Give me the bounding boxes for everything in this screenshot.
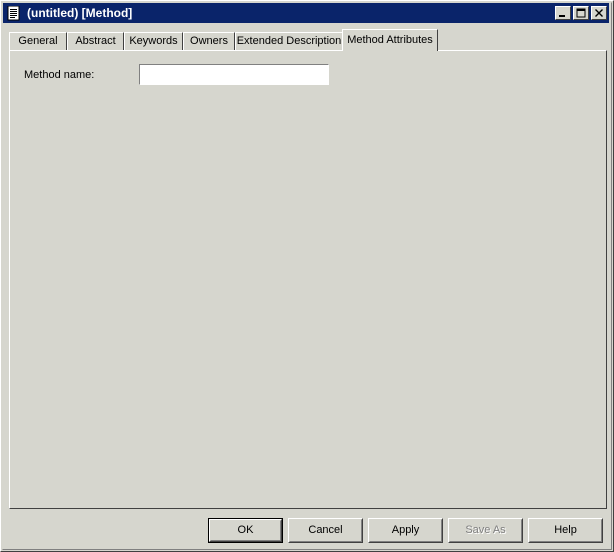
tab-keywords[interactable]: Keywords <box>124 32 183 51</box>
tab-extended-description[interactable]: Extended Description <box>235 32 343 51</box>
tab-abstract[interactable]: Abstract <box>67 32 124 51</box>
window-title: (untitled) [Method] <box>27 6 555 20</box>
cancel-button[interactable]: Cancel <box>288 518 363 543</box>
cancel-button-label: Cancel <box>289 519 362 542</box>
method-name-input[interactable] <box>139 64 329 85</box>
minimize-button[interactable] <box>555 6 571 20</box>
apply-button[interactable]: Apply <box>368 518 443 543</box>
tab-owners[interactable]: Owners <box>183 32 235 51</box>
close-icon <box>592 7 606 19</box>
maximize-icon <box>574 7 588 19</box>
tab-label: Keywords <box>129 35 177 47</box>
title-bar[interactable]: (untitled) [Method] <box>3 3 609 23</box>
ok-button-label: OK <box>210 520 281 541</box>
tab-method-attributes[interactable]: Method Attributes <box>342 29 438 51</box>
dialog-button-bar: OK Cancel Apply Save As Help <box>1 513 613 551</box>
tab-content-panel: Method name: <box>9 50 607 509</box>
help-button-label: Help <box>529 519 602 542</box>
tab-strip: General Abstract Keywords Owners Extende… <box>9 29 607 51</box>
window-controls <box>555 6 607 20</box>
method-name-label: Method name: <box>24 69 139 81</box>
maximize-button[interactable] <box>573 6 589 20</box>
minimize-icon <box>556 7 570 19</box>
method-properties-window: (untitled) [Method] General <box>0 0 614 552</box>
help-button[interactable]: Help <box>528 518 603 543</box>
save-as-button-label: Save As <box>449 519 522 542</box>
tab-label: Method Attributes <box>347 34 433 46</box>
method-name-row: Method name: <box>24 64 329 85</box>
ok-button[interactable]: OK <box>208 518 283 543</box>
apply-button-label: Apply <box>369 519 442 542</box>
tab-label: Abstract <box>75 35 115 47</box>
tab-label: General <box>18 35 57 47</box>
tab-general[interactable]: General <box>9 32 67 51</box>
close-button[interactable] <box>591 6 607 20</box>
save-as-button: Save As <box>448 518 523 543</box>
tab-label: Owners <box>190 35 228 47</box>
document-lines-icon <box>6 6 22 21</box>
tab-label: Extended Description <box>237 35 342 47</box>
